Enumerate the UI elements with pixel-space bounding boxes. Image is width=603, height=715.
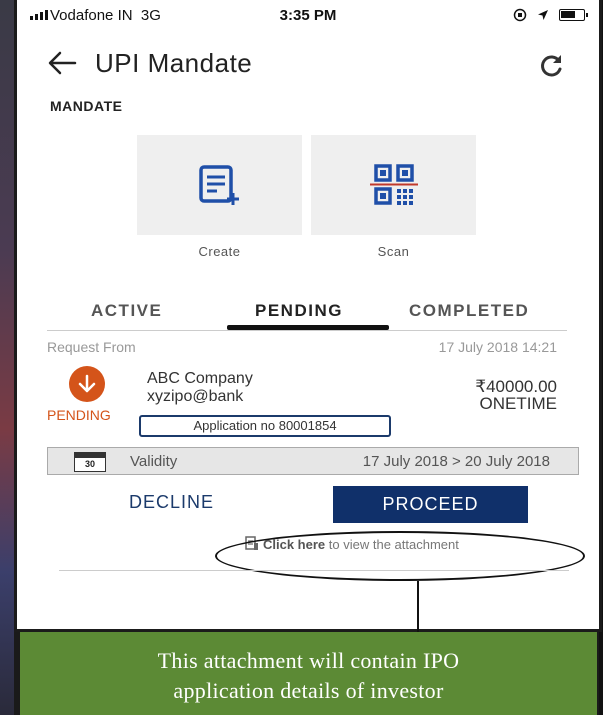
application-number: Application no 80001854 <box>139 415 391 437</box>
mandate-frequency: ONETIME <box>479 394 557 413</box>
divider <box>59 570 569 571</box>
validity-bar: 30 Validity 17 July 2018 > 20 July 2018 <box>47 447 579 475</box>
calendar-icon: 30 <box>74 452 106 472</box>
callout-line-2: application details of investor <box>173 678 444 703</box>
qr-scan-icon <box>369 164 418 205</box>
payee-name: ABC Company <box>147 370 253 387</box>
status-icons <box>513 8 588 22</box>
tab-active[interactable]: ACTIVE <box>91 301 162 321</box>
proceed-button[interactable]: PROCEED <box>333 486 528 523</box>
scan-tile[interactable] <box>311 135 476 235</box>
active-tab-indicator <box>227 325 389 330</box>
clock: 3:35 PM <box>279 7 337 24</box>
request-from-label: Request From <box>47 339 136 355</box>
location-icon <box>538 10 548 20</box>
battery-icon <box>559 9 588 21</box>
create-mandate-icon <box>198 165 239 205</box>
calendar-day: 30 <box>84 459 95 469</box>
background-strip <box>0 0 14 715</box>
callout-text: This attachment will contain IPO applica… <box>20 646 597 706</box>
tab-pending[interactable]: PENDING <box>255 301 343 321</box>
highlight-ellipse <box>215 531 585 581</box>
app-header: UPI Mandate <box>17 40 599 90</box>
status-badge: PENDING <box>47 407 111 423</box>
validity-range: 17 July 2018 > 20 July 2018 <box>362 453 550 470</box>
create-label: Create <box>198 244 241 259</box>
callout-box: This attachment will contain IPO applica… <box>16 632 599 715</box>
tab-completed[interactable]: COMPLETED <box>409 301 529 321</box>
request-date: 17 July 2018 14:21 <box>438 339 557 355</box>
refresh-icon[interactable] <box>537 52 565 80</box>
payee-vpa: xyzipo@bank <box>147 388 244 405</box>
scan-label: Scan <box>377 244 410 259</box>
callout-line-1: This attachment will contain IPO <box>157 648 460 673</box>
decline-button[interactable]: DECLINE <box>129 492 214 513</box>
down-arrow-icon <box>78 374 96 393</box>
back-arrow-icon[interactable] <box>47 50 77 76</box>
validity-label: Validity <box>130 453 178 470</box>
rotation-lock-icon <box>513 8 527 22</box>
page-title: UPI Mandate <box>95 48 253 78</box>
phone-screen: Vodafone IN 3G 3:35 PM UPI Mandate MANDA… <box>14 0 602 632</box>
status-bar: Vodafone IN 3G 3:35 PM <box>17 0 599 30</box>
create-tile[interactable] <box>137 135 302 235</box>
pending-status-icon <box>69 366 105 402</box>
section-title: MANDATE <box>50 98 123 114</box>
